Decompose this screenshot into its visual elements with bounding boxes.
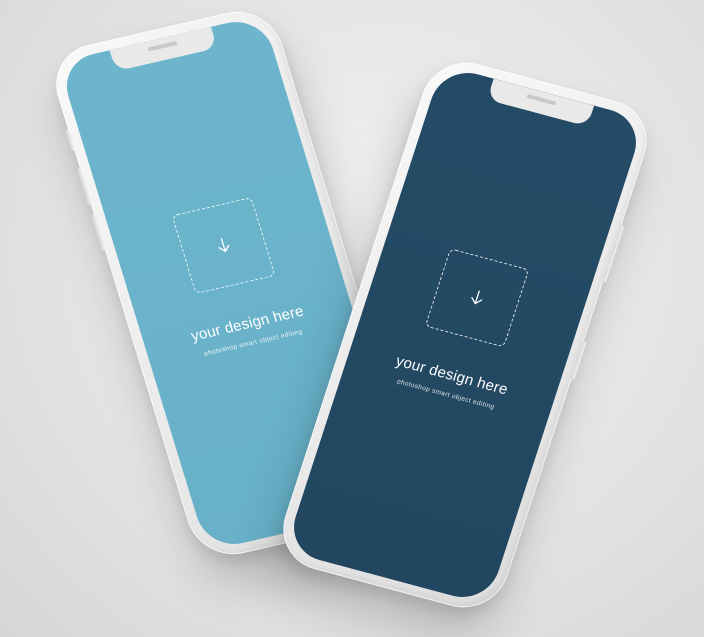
mockup-scene: your design here photoshop smart object … xyxy=(0,0,704,637)
speaker xyxy=(526,93,557,106)
sim-tray xyxy=(570,340,587,380)
speaker xyxy=(147,40,178,52)
notch xyxy=(486,78,595,127)
volume-up-button xyxy=(76,167,92,206)
screen-content: your design here photoshop smart object … xyxy=(109,183,356,370)
arrow-down-icon xyxy=(471,290,483,305)
drop-zone[interactable] xyxy=(424,248,530,348)
volume-down-button xyxy=(91,213,107,252)
notch xyxy=(109,26,218,72)
screen-content: your design here photoshop smart object … xyxy=(343,232,591,425)
silent-switch xyxy=(65,129,76,152)
drop-zone[interactable] xyxy=(171,197,276,295)
arrow-down-icon xyxy=(218,238,230,253)
